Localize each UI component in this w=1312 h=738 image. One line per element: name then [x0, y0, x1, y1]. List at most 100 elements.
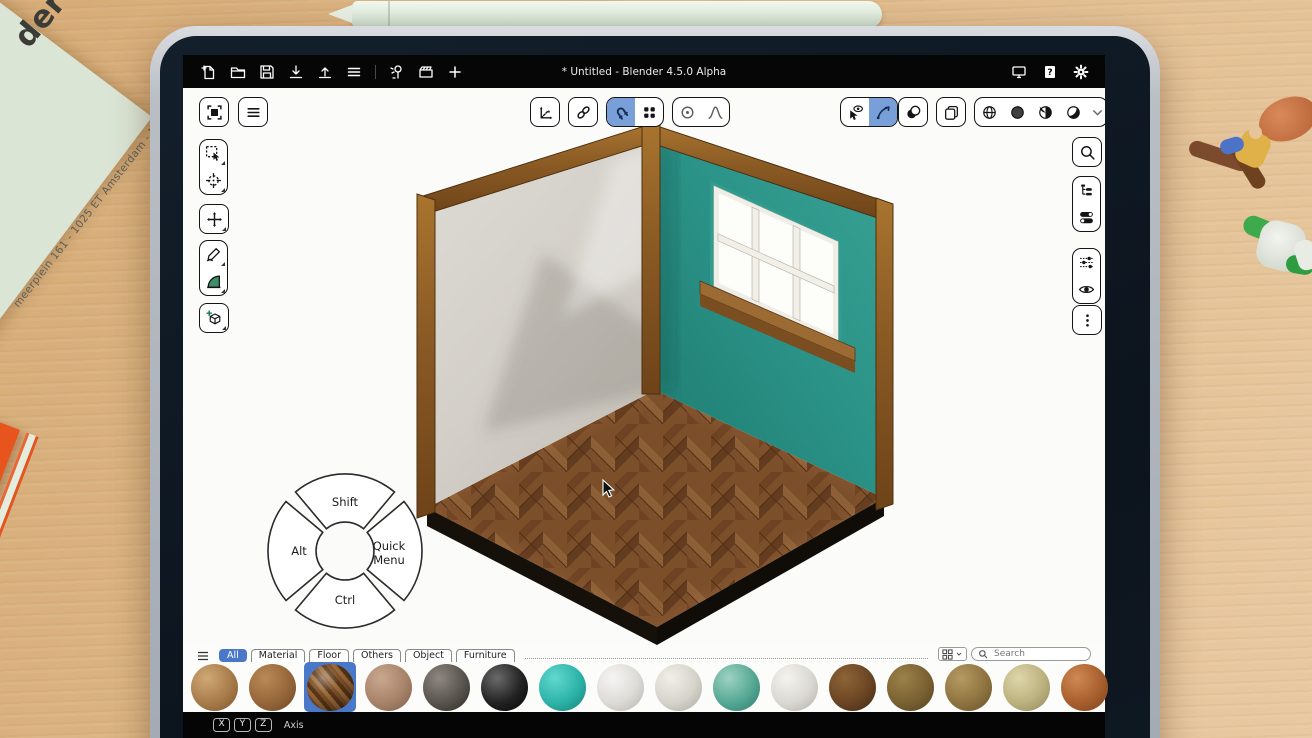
- pie-label-shift: Shift: [332, 495, 359, 509]
- search-icon: [1079, 144, 1096, 161]
- import-icon[interactable]: [288, 64, 304, 80]
- topbar-right-icons: ?: [1011, 64, 1105, 80]
- new-file-icon[interactable]: [201, 64, 217, 80]
- export-icon[interactable]: [317, 64, 333, 80]
- cursor-tool[interactable]: [200, 167, 227, 194]
- snap-toggle[interactable]: [607, 98, 635, 126]
- open-file-icon[interactable]: [230, 64, 246, 80]
- overlays-button[interactable]: [898, 97, 928, 127]
- material-sphere: [1003, 664, 1050, 711]
- orange-notebook: [0, 322, 20, 738]
- shading-rendered[interactable]: [1059, 98, 1087, 126]
- cursor-crosshair-icon: [205, 172, 222, 189]
- overlays-icon: [905, 104, 922, 121]
- beam-left: [417, 194, 435, 518]
- snap-targets[interactable]: [635, 98, 663, 126]
- viewport-menu-button[interactable]: [238, 97, 268, 127]
- material-oak-grain[interactable]: [942, 662, 994, 712]
- measure-tool[interactable]: [200, 268, 227, 295]
- shelf-hamburger-icon: [197, 651, 209, 661]
- show-gizmo-toggle[interactable]: [841, 98, 869, 126]
- shelf-tabs-row: All MaterialFloor Others Object Furniture: [183, 645, 1105, 662]
- blender-window: * Untitled - Blender 4.5.0 Alpha ?: [183, 55, 1105, 738]
- shelf-search-box[interactable]: [971, 647, 1091, 661]
- move-tool[interactable]: [199, 204, 229, 234]
- key-z[interactable]: Z: [255, 718, 272, 732]
- shelf-tab-floor[interactable]: Floor: [309, 649, 349, 663]
- marker-pin-icon[interactable]: [389, 64, 405, 80]
- material-herringbone-parquet[interactable]: [304, 662, 356, 712]
- material-olive-wood[interactable]: [884, 662, 936, 712]
- viewport-3d[interactable]: Shift Alt Quick Menu Ctrl: [183, 88, 1105, 645]
- maximize-icon: [206, 104, 223, 121]
- topbar-separator: [375, 65, 376, 79]
- shading-dropdown[interactable]: [1087, 98, 1105, 126]
- material-list: [183, 662, 1105, 712]
- proportional-toggle[interactable]: [673, 98, 701, 126]
- outliner-panel-button[interactable]: [1073, 177, 1100, 204]
- figurine-head: [1249, 126, 1262, 139]
- shading-solid[interactable]: [1003, 98, 1031, 126]
- key-y[interactable]: Y: [234, 718, 251, 732]
- shading-material[interactable]: [1031, 98, 1059, 126]
- shading-wireframe[interactable]: [975, 98, 1003, 126]
- shelf-tab-others[interactable]: Others: [353, 649, 401, 663]
- zoom-region-button[interactable]: [1072, 137, 1102, 167]
- shelf-search-input[interactable]: [992, 648, 1082, 660]
- gizmo-arc-toggle[interactable]: [869, 98, 897, 126]
- add-workspace-icon[interactable]: [447, 64, 463, 80]
- shelf-menu-button[interactable]: [197, 649, 209, 662]
- material-sphere: [713, 664, 760, 711]
- material-white-matte[interactable]: [594, 662, 646, 712]
- annotate-tool[interactable]: [200, 241, 227, 268]
- pie-label-quick: Quick: [373, 539, 406, 553]
- material-ivory-matte[interactable]: [652, 662, 704, 712]
- magnet-icon: [609, 100, 633, 124]
- select-tool-group: [199, 139, 228, 195]
- maximize-area-button[interactable]: [199, 97, 229, 127]
- add-cube-tool[interactable]: [199, 303, 229, 333]
- annotate-pencil-icon: [205, 246, 222, 263]
- shelf-tab-material[interactable]: Material: [251, 649, 306, 663]
- copies-button[interactable]: [936, 97, 966, 127]
- material-terracotta[interactable]: [1058, 662, 1110, 712]
- material-sphere: [655, 664, 702, 711]
- select-box-tool[interactable]: [200, 140, 227, 167]
- notebook-edge: [0, 433, 39, 738]
- material-rosy-taupe[interactable]: [362, 662, 414, 712]
- filter-sliders-icon: [1078, 254, 1095, 271]
- visibility-button[interactable]: [1073, 276, 1100, 303]
- hamburger-icon: [245, 104, 262, 121]
- material-dark-metal[interactable]: [420, 662, 472, 712]
- material-sphere: [365, 664, 412, 711]
- material-sea-green[interactable]: [710, 662, 762, 712]
- material-white-gloss[interactable]: [768, 662, 820, 712]
- filter-settings-button[interactable]: [1073, 249, 1100, 276]
- menu-icon[interactable]: [346, 64, 362, 80]
- shelf-tab-furniture[interactable]: Furniture: [456, 649, 515, 663]
- key-x[interactable]: X: [213, 718, 230, 732]
- help-manual-icon[interactable]: ?: [1042, 64, 1058, 80]
- falloff-menu[interactable]: [701, 98, 729, 126]
- stylus-pen: [352, 1, 882, 28]
- display-mode-button[interactable]: [938, 647, 967, 661]
- material-wood-brown[interactable]: [246, 662, 298, 712]
- collections-toggle-button[interactable]: [1073, 204, 1100, 231]
- link-button[interactable]: [568, 97, 598, 127]
- material-pale-ash[interactable]: [1000, 662, 1052, 712]
- display-icon[interactable]: [1011, 64, 1027, 80]
- transform-orientation-button[interactable]: [530, 97, 560, 127]
- room-scene: Shift Alt Quick Menu Ctrl: [183, 88, 1105, 645]
- more-options-button[interactable]: [1072, 305, 1102, 335]
- shelf-tab-object[interactable]: Object: [405, 649, 452, 663]
- material-black-gloss[interactable]: [478, 662, 530, 712]
- settings-gear-icon[interactable]: [1073, 64, 1089, 80]
- topbar: * Untitled - Blender 4.5.0 Alpha ?: [183, 55, 1105, 88]
- material-wood-light-tan[interactable]: [188, 662, 240, 712]
- shelf-tab-all[interactable]: All: [219, 649, 247, 663]
- save-icon[interactable]: [259, 64, 275, 80]
- material-teal-gloss[interactable]: [536, 662, 588, 712]
- topbar-left-icons: [183, 64, 463, 80]
- video-editor-icon[interactable]: [418, 64, 434, 80]
- material-walnut-grain[interactable]: [826, 662, 878, 712]
